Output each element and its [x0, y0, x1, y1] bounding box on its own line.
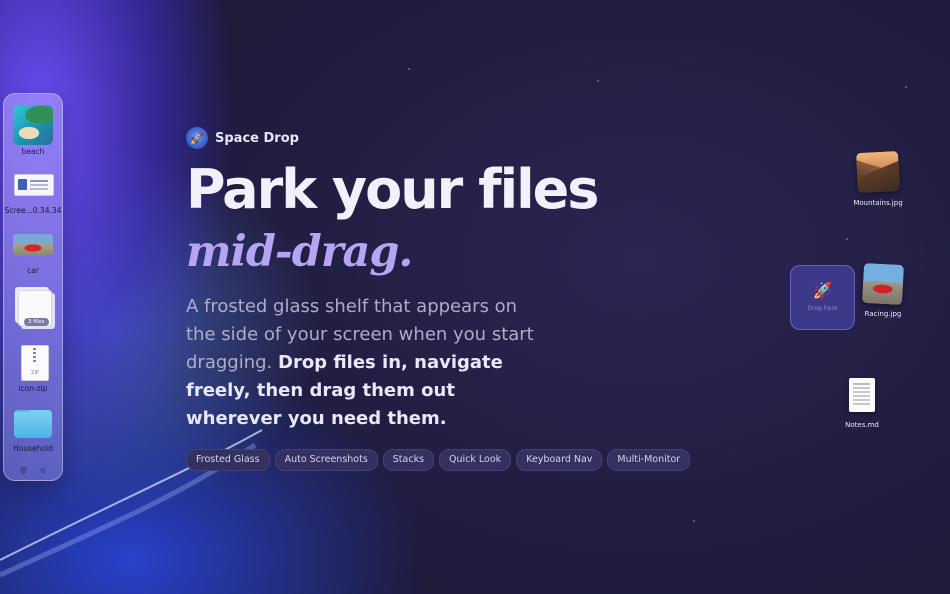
- brand-name: Space Drop: [215, 130, 299, 146]
- stack-count-badge: 3 files: [24, 318, 49, 326]
- zip-archive-icon: ZIP: [21, 345, 49, 381]
- rocket-logo-icon: 🚀: [186, 127, 208, 149]
- tag-frosted-glass: Frosted Glass: [186, 449, 270, 471]
- folder-icon: [14, 410, 52, 438]
- mountains-photo-icon: [855, 150, 901, 194]
- shelf-item-label: beach: [21, 147, 45, 156]
- desktop-file-label: Mountains.jpg: [853, 199, 903, 207]
- tag-quick-look: Quick Look: [439, 449, 512, 471]
- car-photo-thumbnail: [13, 234, 53, 256]
- shelf-item-label: car: [27, 266, 39, 275]
- feature-tags: Frosted Glass Auto Screenshots Stacks Qu…: [186, 449, 691, 471]
- tag-auto-screenshots: Auto Screenshots: [274, 449, 378, 471]
- markdown-file-icon: [849, 378, 875, 412]
- shelf-item-label: icon-zip: [18, 384, 48, 393]
- description: A frosted glass shelf that appears on th…: [186, 293, 546, 433]
- settings-icon[interactable]: ⚙: [40, 467, 46, 475]
- beach-photo-thumbnail: [13, 105, 53, 145]
- drop-zone[interactable]: 🚀 Drop here: [790, 265, 855, 330]
- rocket-icon: 🚀: [812, 281, 833, 300]
- headline: Park your files: [186, 158, 599, 221]
- file-shelf[interactable]: beach Scree...0.34.34 car 3 files ZIP ic…: [3, 93, 63, 481]
- racing-photo-icon: [861, 262, 905, 306]
- tag-keyboard-nav: Keyboard Nav: [516, 449, 603, 471]
- trash-icon[interactable]: 🗑: [19, 467, 28, 475]
- subhead: mid-drag.: [186, 227, 413, 277]
- star: [693, 520, 695, 522]
- star: [846, 238, 848, 240]
- brand: 🚀 Space Drop: [186, 127, 299, 149]
- star: [408, 68, 410, 70]
- tag-multi-monitor: Multi-Monitor: [607, 449, 691, 471]
- shelf-item-label: Scree...0.34.34: [4, 206, 62, 215]
- desktop-file-label: Notes.md: [845, 421, 879, 429]
- star: [597, 80, 599, 82]
- tag-stacks: Stacks: [382, 449, 435, 471]
- screenshot-thumbnail: [14, 174, 54, 196]
- star: [905, 86, 907, 88]
- shelf-item-label: Household: [13, 444, 53, 453]
- desktop-file-label: Racing.jpg: [864, 310, 902, 318]
